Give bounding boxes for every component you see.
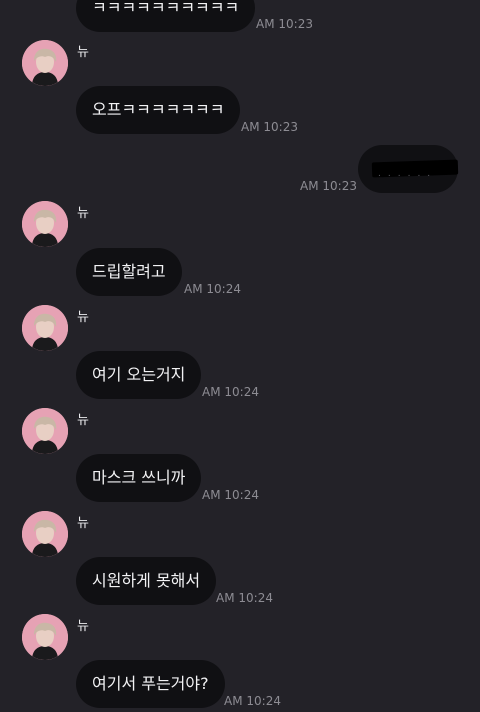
message-timestamp: AM 10:24: [224, 694, 281, 708]
avatar-photo-icon: [22, 408, 68, 454]
chat-window[interactable]: ㅋㅋㅋㅋㅋㅋㅋㅋㅋㅋ AM 10:23 뉴 오프ㅋㅋㅋㅋㅋㅋㅋ AM 10:23…: [0, 0, 480, 712]
message-timestamp: AM 10:23: [241, 120, 298, 134]
message-bubble[interactable]: 마스크 쓰니까: [76, 454, 202, 502]
avatar-photo-icon: [22, 614, 68, 660]
message-bubble[interactable]: 드립할려고: [76, 248, 182, 296]
message-text: ㅋㅋㅋㅋㅋㅋㅋㅋㅋㅋ: [92, 0, 240, 17]
message-bubble[interactable]: 시원하게 못해서: [76, 557, 217, 605]
sender-name: 뉴: [77, 310, 89, 325]
message-bubble[interactable]: 여기서 푸는거야?: [76, 660, 225, 708]
message-text: 여기서 푸는거야?: [92, 674, 209, 693]
avatar[interactable]: [22, 305, 68, 351]
redacted-text: ......: [378, 169, 438, 179]
avatar-photo-icon: [22, 305, 68, 351]
message-bubble[interactable]: 오프ㅋㅋㅋㅋㅋㅋㅋ: [76, 86, 241, 134]
message-timestamp: AM 10:24: [202, 488, 259, 502]
avatar[interactable]: [22, 614, 68, 660]
avatar[interactable]: [22, 201, 68, 247]
message-text: 여기 오는거지: [92, 365, 186, 384]
sender-name: 뉴: [77, 45, 89, 60]
avatar[interactable]: [22, 40, 68, 86]
message-text: 마스크 쓰니까: [92, 468, 186, 487]
message-timestamp: AM 10:24: [202, 385, 259, 399]
avatar-photo-icon: [22, 201, 68, 247]
message-bubble[interactable]: ㅋㅋㅋㅋㅋㅋㅋㅋㅋㅋ: [76, 0, 256, 32]
outgoing-message-bubble[interactable]: ......: [358, 145, 459, 193]
message-text: 드립할려고: [92, 262, 166, 281]
sender-name: 뉴: [77, 206, 89, 221]
sender-name: 뉴: [77, 516, 89, 531]
sender-name: 뉴: [77, 413, 89, 428]
message-text: 시원하게 못해서: [92, 571, 201, 590]
message-timestamp: AM 10:24: [184, 282, 241, 296]
avatar-photo-icon: [22, 40, 68, 86]
sender-name: 뉴: [77, 619, 89, 634]
message-bubble[interactable]: 여기 오는거지: [76, 351, 202, 399]
message-timestamp: AM 10:23: [256, 17, 313, 31]
avatar[interactable]: [22, 511, 68, 557]
avatar[interactable]: [22, 408, 68, 454]
message-timestamp: AM 10:23: [300, 179, 357, 193]
message-text: 오프ㅋㅋㅋㅋㅋㅋㅋ: [92, 100, 225, 119]
message-timestamp: AM 10:24: [216, 591, 273, 605]
avatar-photo-icon: [22, 511, 68, 557]
